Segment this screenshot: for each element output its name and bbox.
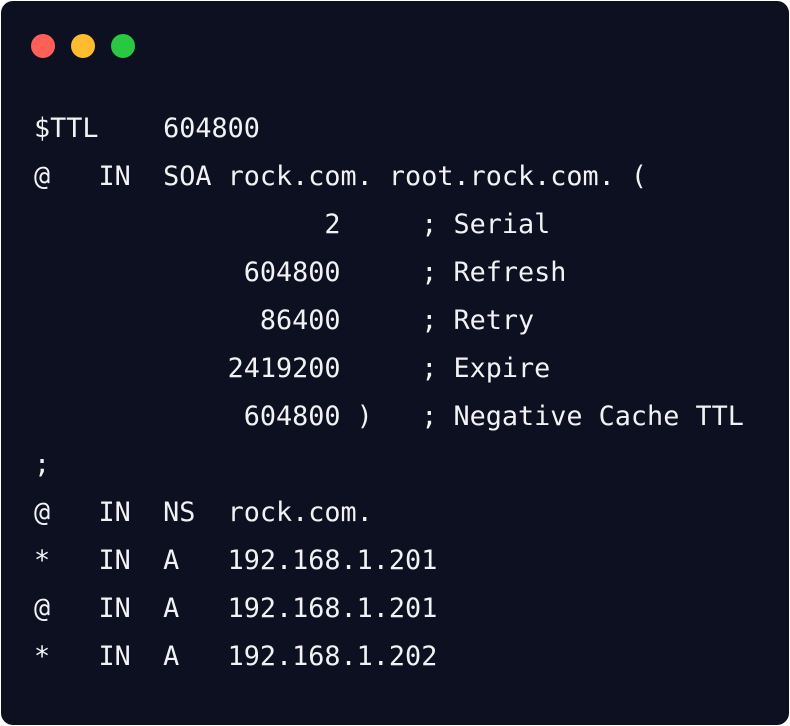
code-line-soa: @ IN SOA rock.com. root.rock.com. ( — [34, 161, 648, 192]
code-line-ttl: $TTL 604800 — [34, 113, 260, 144]
code-line-a-root: @ IN A 192.168.1.201 — [34, 593, 438, 624]
code-window: $TTL 604800 @ IN SOA rock.com. root.rock.… — [1, 1, 789, 725]
maximize-button[interactable] — [111, 34, 135, 58]
code-line-a-wildcard-2: * IN A 192.168.1.202 — [34, 641, 438, 672]
code-block: $TTL 604800 @ IN SOA rock.com. root.rock.… — [34, 105, 744, 681]
code-line-serial: 2 ; Serial — [34, 209, 551, 240]
close-button[interactable] — [31, 34, 55, 58]
code-line-retry: 86400 ; Retry — [34, 305, 535, 336]
code-line-a-wildcard-1: * IN A 192.168.1.201 — [34, 545, 438, 576]
code-line-refresh: 604800 ; Refresh — [34, 257, 567, 288]
code-line-comment: ; — [34, 449, 51, 480]
minimize-button[interactable] — [71, 34, 95, 58]
code-line-negative-cache: 604800 ) ; Negative Cache TTL — [34, 401, 744, 432]
code-line-ns: @ IN NS rock.com. — [34, 497, 373, 528]
window-controls — [31, 34, 135, 58]
code-line-expire: 2419200 ; Expire — [34, 353, 551, 384]
